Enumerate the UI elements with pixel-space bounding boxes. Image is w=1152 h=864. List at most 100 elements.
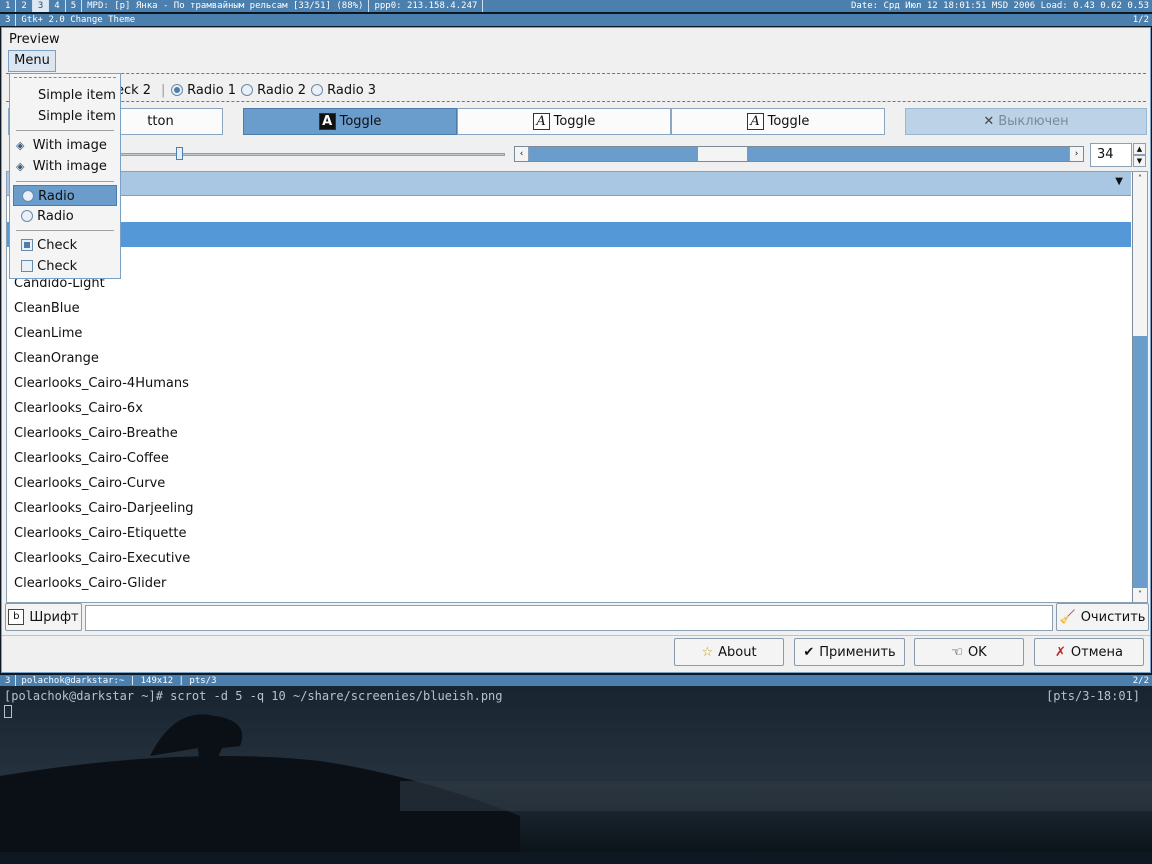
toggle-button-3[interactable]: A Toggle bbox=[671, 108, 885, 135]
list-item[interactable]: Clearlooks_Cairo-Glider bbox=[14, 576, 166, 591]
horizontal-slider[interactable] bbox=[112, 153, 505, 156]
terminal-window[interactable]: [polachok@darkstar ~]# scrot -d 5 -q 10 … bbox=[0, 686, 1152, 852]
radio-1[interactable]: Radio 1 bbox=[171, 83, 236, 98]
list-item[interactable]: Clearlooks_Cairo-Breathe bbox=[14, 426, 178, 441]
list-item[interactable]: Clearlooks_Cairo-Curve bbox=[14, 476, 165, 491]
menu-radio-item-2[interactable]: Radio bbox=[10, 206, 120, 227]
chevron-down-icon[interactable]: ▼ bbox=[1115, 176, 1123, 187]
spin-up-icon[interactable]: ▲ bbox=[1133, 143, 1146, 155]
window-page: 1/2 bbox=[1132, 15, 1149, 25]
preview-label: Preview bbox=[9, 32, 60, 47]
clear-button[interactable]: 🧹 Очистить bbox=[1056, 603, 1149, 631]
menubar-divider bbox=[6, 73, 1146, 74]
preview-button-label: tton bbox=[147, 114, 174, 129]
font-button[interactable]: b Шрифт bbox=[5, 603, 82, 631]
paint-bucket-icon: ◈ bbox=[16, 160, 25, 173]
menu-button[interactable]: Menu bbox=[8, 50, 56, 72]
checkbox-2[interactable]: eck 2 bbox=[116, 83, 151, 98]
broom-icon: 🧹 bbox=[1059, 609, 1076, 625]
paint-bucket-icon: ◈ bbox=[16, 139, 25, 152]
menu-separator bbox=[16, 130, 114, 131]
cancel-button-label: Отмена bbox=[1070, 644, 1123, 660]
toggle-a-icon: A bbox=[318, 113, 336, 130]
vertical-scrollbar[interactable]: ˄ ˅ bbox=[1132, 172, 1147, 602]
row-divider bbox=[6, 101, 1146, 102]
list-item[interactable]: Clearlooks_Cairo-Coffee bbox=[14, 451, 169, 466]
vertical-scrollbar-thumb[interactable] bbox=[1133, 186, 1147, 336]
menu-image-item-1[interactable]: ◈ With image bbox=[10, 135, 120, 156]
toggle-button-2[interactable]: A Toggle bbox=[457, 108, 671, 135]
scroll-up-icon[interactable]: ˄ bbox=[1133, 172, 1147, 186]
clear-button-label: Очистить bbox=[1080, 609, 1146, 625]
spin-button-input[interactable]: 34 bbox=[1090, 143, 1132, 167]
radio-2[interactable]: Radio 2 bbox=[241, 83, 306, 98]
list-item[interactable]: CleanBlue bbox=[14, 301, 80, 316]
list-item[interactable]: Clearlooks_Cairo-4Humans bbox=[14, 376, 189, 391]
horizontal-scrollbar[interactable]: ‹ › bbox=[514, 146, 1084, 162]
scroll-right-icon[interactable]: › bbox=[1069, 147, 1083, 161]
menu-check-item-1[interactable]: Check bbox=[10, 235, 120, 256]
list-item[interactable]: CleanLime bbox=[14, 326, 82, 341]
about-button[interactable]: ☆ About bbox=[674, 638, 784, 666]
row-separator: | bbox=[161, 83, 166, 98]
slider-handle[interactable] bbox=[176, 147, 183, 160]
menu-check-indicator bbox=[21, 260, 33, 272]
menu-radio-item-1[interactable]: Radio bbox=[13, 185, 117, 206]
toggle-button-1[interactable]: A Toggle bbox=[243, 108, 457, 135]
menu-radio-indicator bbox=[22, 190, 34, 202]
radio-1-label: Radio 1 bbox=[187, 83, 237, 98]
radio-2-indicator bbox=[241, 84, 253, 96]
menu-check-indicator bbox=[21, 239, 33, 251]
toggle-a-icon: A bbox=[532, 113, 550, 130]
menu-simple-item-1[interactable]: Simple item bbox=[10, 85, 120, 106]
dropdown-menu: Simple item Simple item ◈ With image ◈ W… bbox=[9, 73, 121, 279]
selected-row[interactable] bbox=[7, 222, 1131, 247]
font-icon: b bbox=[8, 609, 25, 625]
tag-1[interactable]: 1 bbox=[0, 0, 17, 12]
apply-button-label: Применить bbox=[819, 644, 896, 660]
tag-5[interactable]: 5 bbox=[66, 0, 83, 12]
tag-4[interactable]: 4 bbox=[49, 0, 66, 12]
window-title: Gtk+ 2.0 Change Theme bbox=[21, 15, 136, 25]
list-header[interactable]: ▼ bbox=[7, 172, 1131, 196]
dialog-separator bbox=[2, 635, 1150, 636]
wallpaper-landscape bbox=[0, 714, 1152, 852]
menu-check-item-2[interactable]: Check bbox=[10, 256, 120, 277]
tag-2[interactable]: 2 bbox=[16, 0, 33, 12]
menu-simple-item-2[interactable]: Simple item bbox=[10, 106, 120, 127]
ok-button[interactable]: ☜ OK bbox=[914, 638, 1024, 666]
menu-image-label-1: With image bbox=[32, 138, 107, 153]
menu-separator bbox=[16, 230, 114, 231]
scroll-left-icon[interactable]: ‹ bbox=[515, 147, 529, 161]
radio-2-label: Radio 2 bbox=[257, 83, 307, 98]
checkbox-2-label: eck 2 bbox=[116, 83, 152, 98]
list-item[interactable]: Clearlooks_Cairo-6x bbox=[14, 401, 143, 416]
scrollbar-thumb[interactable] bbox=[698, 147, 747, 161]
scroll-down-icon[interactable]: ˅ bbox=[1133, 588, 1147, 602]
toggle-2-label: Toggle bbox=[553, 114, 596, 129]
menu-image-item-2[interactable]: ◈ With image bbox=[10, 156, 120, 177]
tag-3[interactable]: 3 bbox=[32, 0, 50, 12]
list-item[interactable]: Clearlooks_Cairo-Executive bbox=[14, 551, 190, 566]
window-titlebar[interactable]: 3 Gtk+ 2.0 Change Theme 1/2 bbox=[0, 14, 1152, 26]
list-item[interactable]: CleanOrange bbox=[14, 351, 99, 366]
terminal-clock: [pts/3-18:01] bbox=[1046, 689, 1140, 703]
theme-window: Preview Menu eck 2 | Radio 1 Radio 2 Rad… bbox=[1, 27, 1151, 673]
radio-3-label: Radio 3 bbox=[327, 83, 377, 98]
mpd-status: MPD: [p] Янка - По трамвайным рельсам [3… bbox=[82, 0, 370, 12]
list-item[interactable]: Clearlooks_Cairo-Darjeeling bbox=[14, 501, 194, 516]
radio-3[interactable]: Radio 3 bbox=[311, 83, 376, 98]
apply-button[interactable]: ✔ Применить bbox=[794, 638, 905, 666]
list-item[interactable]: Clearlooks_Cairo-Etiquette bbox=[14, 526, 187, 541]
ok-button-label: OK bbox=[967, 644, 987, 660]
spin-down-icon[interactable]: ▼ bbox=[1133, 155, 1146, 167]
disabled-button-label: Выключен bbox=[998, 114, 1069, 129]
font-input[interactable] bbox=[85, 605, 1053, 631]
theme-list[interactable]: ▼ Candido-Light CleanBlue CleanLime Clea… bbox=[6, 171, 1148, 603]
tearoff-line[interactable] bbox=[14, 77, 116, 78]
font-button-label: Шрифт bbox=[29, 609, 79, 625]
cancel-button[interactable]: ✗ Отмена bbox=[1034, 638, 1144, 666]
menu-check-label-1: Check bbox=[37, 238, 78, 253]
menu-radio-label-2: Radio bbox=[37, 209, 74, 224]
checkmark-icon: ✔ bbox=[803, 644, 815, 660]
